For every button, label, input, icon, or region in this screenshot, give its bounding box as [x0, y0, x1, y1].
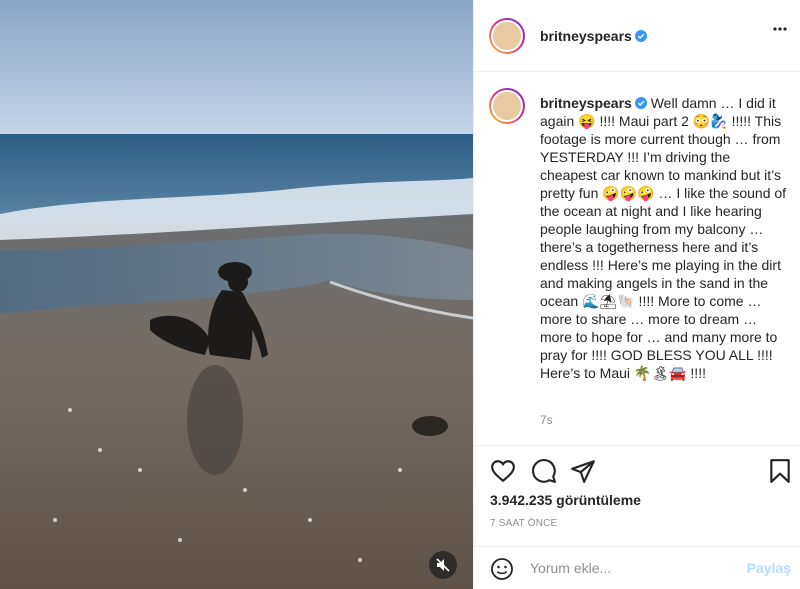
caption-age: 7s: [540, 413, 553, 427]
caption-text: Well damn … I did it again 😝 !!!! Maui p…: [540, 95, 790, 381]
comment-bar: Paylaş: [474, 546, 800, 589]
avatar[interactable]: [489, 18, 525, 54]
comment-input[interactable]: [528, 555, 742, 581]
caption-username[interactable]: britneyspears: [540, 95, 632, 111]
post-caption: britneyspears Well damn … I did it again…: [540, 94, 788, 382]
caption-section: britneyspears Well damn … I did it again…: [474, 72, 800, 446]
share-icon[interactable]: [570, 458, 596, 484]
header-username[interactable]: britneyspears: [540, 28, 647, 44]
comment-icon[interactable]: [531, 458, 557, 484]
post-date[interactable]: 7 SAAT ÖNCE: [490, 518, 557, 529]
emoji-icon[interactable]: [490, 557, 514, 581]
post-comment-button[interactable]: Paylaş: [747, 560, 791, 576]
username-text[interactable]: britneyspears: [540, 28, 632, 44]
action-bar: [474, 446, 800, 486]
post-header: britneyspears: [474, 0, 800, 72]
post-side-panel: britneyspears britneyspears Well damn … …: [473, 0, 800, 589]
post-video[interactable]: [0, 0, 473, 589]
beach-video-frame: [0, 0, 473, 589]
caption-avatar[interactable]: [489, 88, 525, 124]
view-count[interactable]: 3.942.235 görüntüleme: [490, 492, 641, 508]
mute-icon: [436, 558, 450, 572]
mute-button[interactable]: [429, 551, 457, 579]
heart-icon[interactable]: [490, 458, 516, 484]
verified-badge-icon: [634, 30, 647, 42]
more-options-icon[interactable]: [773, 27, 787, 31]
verified-badge-icon: [634, 97, 647, 109]
bookmark-icon[interactable]: [767, 458, 793, 484]
